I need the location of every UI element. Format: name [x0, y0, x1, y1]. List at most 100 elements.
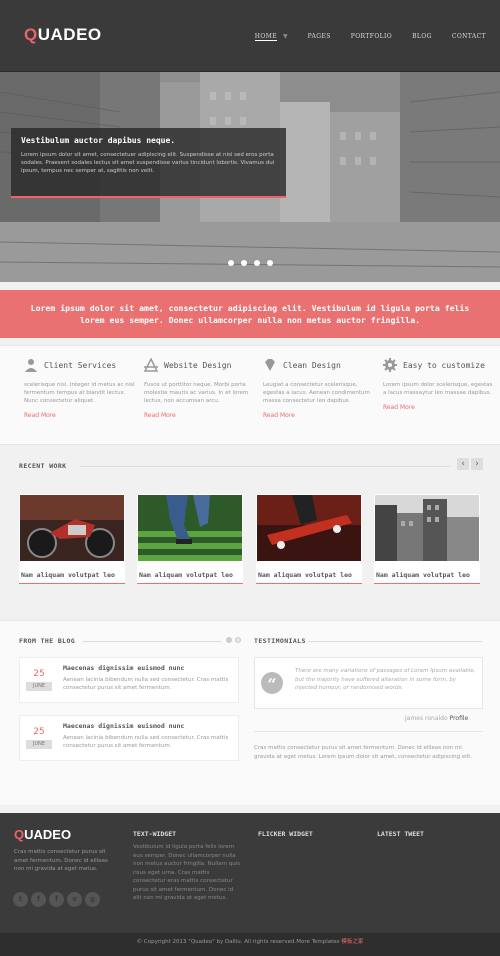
- twitter-icon[interactable]: t: [13, 892, 28, 907]
- logo-letter: Q: [14, 827, 25, 842]
- logo-text: UADEO: [37, 25, 102, 44]
- jeans-stairs-image: [138, 495, 242, 561]
- blog-pager: [226, 637, 244, 643]
- work-caption: Nam aliquam volutpat leo: [21, 571, 115, 579]
- divider: [308, 641, 482, 642]
- work-item[interactable]: Nam aliquam volutpat leo: [19, 494, 125, 584]
- slider-dot[interactable]: [267, 260, 273, 266]
- logo-text: UADEO: [24, 827, 72, 842]
- nav-blog[interactable]: BLOG: [412, 33, 432, 41]
- post-title[interactable]: Maecenas dignissim euismod nunc: [63, 664, 184, 672]
- intro-banner: Lorem ipsum dolor sit amet, consectetur …: [0, 290, 500, 338]
- divider: [82, 641, 222, 642]
- motorcycle-image: [20, 495, 124, 561]
- slider-dots: [228, 260, 280, 266]
- banner-line-2: lorem eus semper. Donec ullamcorper null…: [79, 315, 421, 325]
- design-icon: [144, 358, 158, 372]
- diamond-icon: [265, 359, 275, 371]
- blog-post[interactable]: 25 JUNE Maecenas dignissim euismod nunc …: [19, 657, 239, 703]
- quote-text: There are many variations of passages of…: [295, 668, 476, 691]
- feature-text: scelerisque nisi. Integer id metus ac ni…: [24, 382, 135, 404]
- logo-letter: Q: [24, 25, 38, 44]
- nav-portfolio[interactable]: PORTFOLIO: [351, 33, 392, 41]
- slider-dot[interactable]: [254, 260, 260, 266]
- slider-dot[interactable]: [241, 260, 247, 266]
- blog-testimonials-section: FROM THE BLOG 25 JUNE Maecenas dignissim…: [0, 620, 500, 805]
- recent-work-title: RECENT WORK: [19, 462, 67, 470]
- prev-arrow-icon[interactable]: ‹: [457, 458, 469, 470]
- divider: [254, 731, 483, 732]
- feature-easy-customize: Easy to customize Lorem ipsum dolor scel…: [383, 358, 497, 411]
- author-name: James ronaldo: [405, 715, 448, 722]
- footer-about: Cras mattis consectetur purus sit amet f…: [14, 849, 108, 872]
- social-links: t f f v g: [13, 892, 103, 907]
- post-text: Aenean lacinia bibendum nulla sed consec…: [63, 677, 229, 691]
- flickr-widget-title: FLICKER WIDGET: [258, 830, 313, 838]
- author-profile-link[interactable]: Profile: [450, 715, 469, 722]
- vimeo-icon[interactable]: v: [67, 892, 82, 907]
- features-section: Client Services scelerisque nisi. Intege…: [0, 345, 500, 445]
- pager-dot[interactable]: [235, 637, 241, 643]
- read-more-link[interactable]: Read More: [263, 412, 377, 419]
- skateboard-image: [257, 495, 361, 561]
- latest-tweet-title: LATEST TWEET: [377, 830, 424, 838]
- city-buildings-image: [375, 495, 479, 561]
- read-more-link[interactable]: Read More: [383, 404, 497, 411]
- feature-clean-design: Clean Design Leugiat a consectetur scele…: [263, 358, 377, 419]
- feature-client-services: Client Services scelerisque nisi. Intege…: [24, 358, 138, 419]
- gear-icon: [383, 358, 397, 372]
- work-item[interactable]: Nam aliquam volutpat leo: [374, 494, 480, 584]
- feature-title: Clean Design: [283, 360, 341, 370]
- facebook-icon[interactable]: f: [31, 892, 46, 907]
- quote-author: James ronaldo Profile: [405, 715, 468, 722]
- main-nav: HOME ▼ PAGES PORTFOLIO BLOG CONTACT: [235, 33, 486, 41]
- post-day: 25: [33, 669, 45, 679]
- nav-pages[interactable]: PAGES: [308, 33, 331, 41]
- work-item[interactable]: Nam aliquam volutpat leo: [256, 494, 362, 584]
- pager-dot[interactable]: [226, 637, 232, 643]
- text-widget-body: Vestibulum id ligula porta felis lorem e…: [133, 844, 241, 901]
- post-date: 25 JUNE: [26, 724, 52, 749]
- post-title[interactable]: Maecenas dignissim euismod nunc: [63, 722, 184, 730]
- divider: [80, 466, 450, 467]
- blog-title: FROM THE BLOG: [19, 637, 76, 645]
- slider-caption: Vestibulum auctor dapibus neque. Lorem i…: [11, 128, 286, 198]
- read-more-link[interactable]: Read More: [144, 412, 258, 419]
- post-day: 25: [33, 727, 45, 737]
- footer-logo[interactable]: QUADEO: [14, 827, 71, 842]
- site-header: QUADEO HOME ▼ PAGES PORTFOLIO BLOG CONTA…: [0, 0, 500, 72]
- work-caption: Nam aliquam volutpat leo: [139, 571, 233, 579]
- next-arrow-icon[interactable]: ›: [471, 458, 483, 470]
- testimonials-title: TESTIMONIALS: [254, 637, 306, 645]
- work-caption: Nam aliquam volutpat leo: [258, 571, 352, 579]
- nav-contact[interactable]: CONTACT: [452, 33, 486, 41]
- caption-text: Lorem ipsum dolor sit amet, consectetuer…: [21, 152, 275, 174]
- post-month: JUNE: [26, 740, 52, 749]
- flickr-icon[interactable]: f: [49, 892, 64, 907]
- quote-icon: “: [261, 672, 283, 694]
- blog-post[interactable]: 25 JUNE Maecenas dignissim euismod nunc …: [19, 715, 239, 761]
- nav-home[interactable]: HOME: [254, 33, 278, 41]
- recent-work-section: RECENT WORK ‹ › Nam aliquam volutpat leo…: [0, 447, 500, 617]
- hero-slider[interactable]: Vestibulum auctor dapibus neque. Lorem i…: [0, 72, 500, 282]
- feature-title: Easy to customize: [403, 360, 485, 370]
- work-item[interactable]: Nam aliquam volutpat leo: [137, 494, 243, 584]
- banner-line-1: Lorem ipsum dolor sit amet, consectetur …: [30, 303, 470, 313]
- feature-website-design: Website Design Fusce ut porttitor neque.…: [144, 358, 258, 419]
- post-date: 25 JUNE: [26, 666, 52, 691]
- carousel-arrows: ‹ ›: [455, 458, 483, 470]
- read-more-link[interactable]: Read More: [24, 412, 138, 419]
- post-text: Aenean lacinia bibendum nulla sed consec…: [63, 735, 229, 749]
- slider-dot[interactable]: [228, 260, 234, 266]
- templates-link[interactable]: 模板之家: [341, 939, 363, 945]
- feature-text: Fusce ut porttitor neque. Morbi porta mo…: [144, 382, 249, 404]
- user-icon: [25, 359, 37, 372]
- site-logo[interactable]: QUADEO: [24, 25, 102, 45]
- feature-title: Client Services: [44, 360, 117, 370]
- google-icon[interactable]: g: [85, 892, 100, 907]
- testimonials-text: Cras mattis consectetur purus sit amet f…: [254, 745, 473, 760]
- copyright-text: © Copyright 2013 "Quadeo" by Dalliu. All…: [136, 939, 340, 945]
- post-month: JUNE: [26, 682, 52, 691]
- chevron-down-icon[interactable]: ▼: [283, 33, 288, 41]
- copyright-bar: © Copyright 2013 "Quadeo" by Dalliu. All…: [0, 933, 500, 956]
